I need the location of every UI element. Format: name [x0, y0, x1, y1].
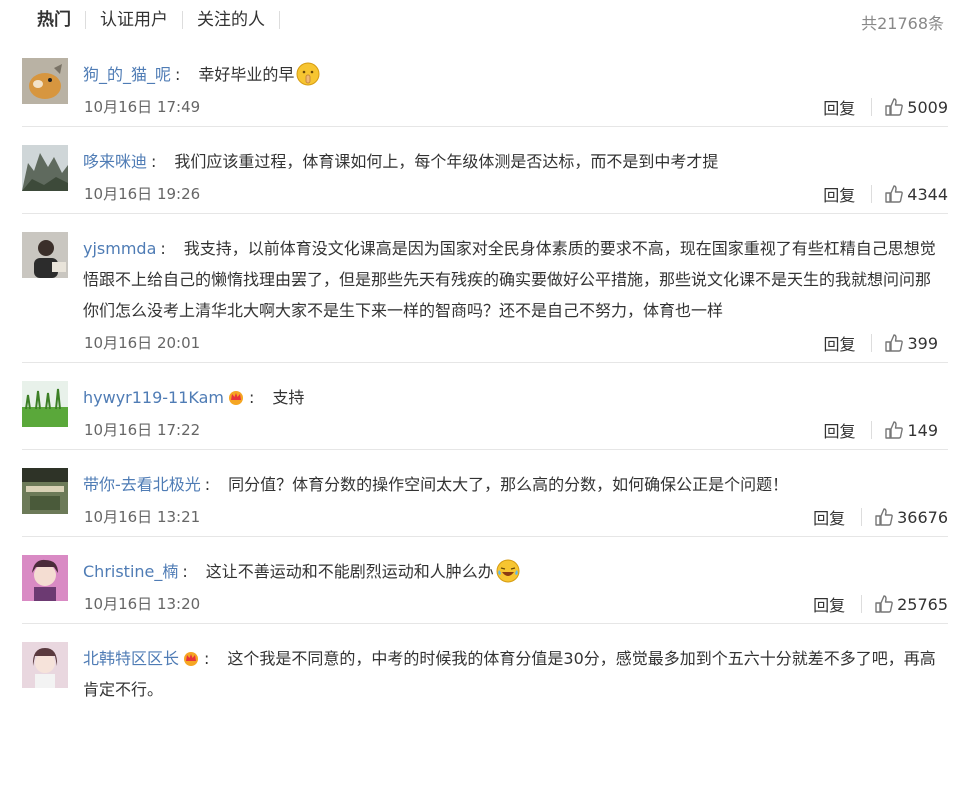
- comment-item: 带你-去看北极光: 同分值？体育分数的操作空间太大了，那么高的分数，如何确保公正是…: [22, 450, 948, 537]
- comment-time: 10月16日 17:22: [84, 421, 201, 439]
- like-count: 36676: [897, 507, 948, 527]
- reply-button[interactable]: 回复: [823, 95, 855, 119]
- comment-item: 哆来咪迪: 我们应该重过程，体育课如何上，每个年级体测是否达标，而不是到中考才提 …: [22, 127, 948, 214]
- like-button[interactable]: 5009: [884, 97, 948, 117]
- thumbs-up-icon: [885, 98, 904, 116]
- thumbs-up-icon: [885, 334, 904, 352]
- thumbs-up-icon: [885, 185, 904, 203]
- comment-text: 幸好毕业的早: [198, 65, 295, 84]
- avatar[interactable]: [22, 145, 68, 191]
- reply-button[interactable]: 回复: [823, 182, 855, 206]
- comment-filter-tabs: 热门 认证用户 关注的人 共21768条: [0, 0, 980, 40]
- laugh-cry-emoji-icon: [496, 559, 520, 583]
- user-name-link[interactable]: 北韩特区区长: [83, 649, 179, 668]
- comment-time: 10月16日 19:26: [84, 185, 201, 203]
- user-name-link[interactable]: 哆来咪迪: [83, 152, 147, 171]
- like-button[interactable]: 4344: [884, 184, 948, 204]
- comment-text: 同分值？体育分数的操作空间太大了，那么高的分数，如何确保公正是个问题！: [228, 475, 789, 494]
- avatar[interactable]: [22, 232, 68, 278]
- comment-item: 北韩特区区长: 这个我是不同意的，中考的时候我的体育分值是30分，感觉最多加到个五…: [22, 624, 948, 705]
- user-name-link[interactable]: hywyr119-11Kam: [83, 388, 224, 407]
- user-name-link[interactable]: 带你-去看北极光: [83, 475, 201, 494]
- like-count: 149: [907, 420, 938, 440]
- user-name-link[interactable]: Christine_楠: [83, 562, 178, 581]
- vip-crown-icon: [229, 391, 244, 405]
- comment-total-count: 共21768条: [861, 14, 944, 33]
- like-button[interactable]: 36676: [874, 507, 948, 527]
- comment-list: 狗_的_猫_呢: 幸好毕业的早 10月16日 17:49 回复 5009 哆来咪迪…: [0, 40, 980, 705]
- like-count: 4344: [907, 184, 948, 204]
- like-button[interactable]: 25765: [874, 594, 948, 614]
- vip-crown-icon: [184, 652, 199, 666]
- comment-item: yjsmmda: 我支持，以前体育没文化课高是因为国家对全民身体素质的要求不高，现…: [22, 214, 948, 363]
- thumbs-up-icon: [885, 421, 904, 439]
- divider: [861, 595, 863, 613]
- comment-time: 10月16日 13:21: [84, 508, 201, 526]
- reply-button[interactable]: 回复: [813, 592, 845, 616]
- thumbs-up-icon: [875, 508, 893, 526]
- comment-text: 我们应该重过程，体育课如何上，每个年级体测是否达标，而不是到中考才提: [174, 152, 719, 171]
- comment-time: 10月16日 17:49: [84, 98, 201, 116]
- like-count: 5009: [907, 97, 948, 117]
- comment-item: 狗_的_猫_呢: 幸好毕业的早 10月16日 17:49 回复 5009: [22, 40, 948, 127]
- like-button[interactable]: 399: [884, 333, 938, 353]
- comment-item: hywyr119-11Kam: 支持 10月16日 17:22 回复 149: [22, 363, 948, 450]
- thumbs-up-icon: [875, 595, 893, 613]
- user-name-link[interactable]: yjsmmda: [83, 239, 156, 258]
- user-name-link[interactable]: 狗_的_猫_呢: [83, 65, 171, 84]
- comment-text: 这个我是不同意的，中考的时候我的体育分值是30分，感觉最多加到个五六十分就差不多…: [83, 649, 936, 699]
- comment-time: 10月16日 13:20: [84, 595, 201, 613]
- comment-time: 10月16日 20:01: [84, 334, 201, 352]
- avatar[interactable]: [22, 468, 68, 514]
- tab-following[interactable]: 关注的人: [197, 11, 280, 29]
- divider: [871, 185, 873, 203]
- avatar[interactable]: [22, 555, 68, 601]
- comment-item: Christine_楠: 这让不善运动和不能剧烈运动和人肿么办 10月16日 13…: [22, 537, 948, 624]
- comment-text: 这让不善运动和不能剧烈运动和人肿么办: [205, 562, 494, 581]
- divider: [871, 334, 873, 352]
- comment-text: 我支持，以前体育没文化课高是因为国家对全民身体素质的要求不高，现在国家重视了有些…: [83, 239, 936, 320]
- avatar[interactable]: [22, 642, 68, 688]
- shush-emoji-icon: [296, 62, 320, 86]
- reply-button[interactable]: 回复: [823, 331, 855, 355]
- reply-button[interactable]: 回复: [823, 418, 855, 442]
- like-button[interactable]: 149: [884, 420, 938, 440]
- tab-hot[interactable]: 热门: [37, 11, 86, 29]
- like-count: 25765: [897, 594, 948, 614]
- divider: [871, 421, 873, 439]
- avatar[interactable]: [22, 58, 68, 104]
- avatar[interactable]: [22, 381, 68, 427]
- reply-button[interactable]: 回复: [813, 505, 845, 529]
- divider: [871, 98, 873, 116]
- comment-text: 支持: [272, 388, 305, 407]
- tab-verified-users[interactable]: 认证用户: [100, 11, 183, 29]
- like-count: 399: [907, 333, 938, 353]
- divider: [861, 508, 863, 526]
